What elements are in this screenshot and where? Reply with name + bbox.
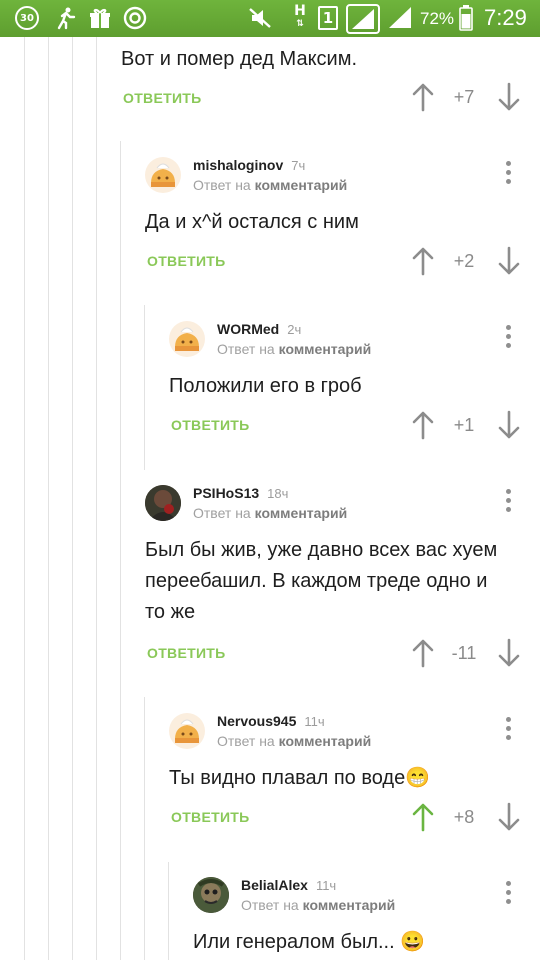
thread-line[interactable]	[96, 37, 97, 960]
network-type-icon: H ⇅	[294, 3, 306, 29]
gift-icon	[87, 6, 113, 30]
status-bar: 30 H ⇅ 1 72% 7:29	[0, 0, 540, 37]
comment-time: 2ч	[287, 322, 302, 337]
vote-controls: +2	[411, 246, 531, 276]
reply-to-link[interactable]: комментарий	[279, 341, 372, 357]
comment-text: Был бы жив, уже давно всех вас хуем пере…	[145, 535, 497, 628]
comment-score: +8	[453, 807, 475, 827]
comment-score: +2	[453, 251, 475, 271]
comment-text: Или генералом был... 😀	[193, 931, 426, 953]
comment-text: Да и х^й остался с ним	[145, 211, 359, 233]
thread-line[interactable]	[24, 37, 25, 960]
notification-badge-icon: 30	[15, 6, 39, 30]
downvote-arrow-icon[interactable]	[497, 802, 521, 832]
author-name[interactable]: PSIHoS13 18ч	[193, 485, 288, 501]
reply-to-link[interactable]: комментарий	[279, 733, 372, 749]
author-name[interactable]: Nervous945 11ч	[217, 713, 325, 729]
comment-text: Ты видно плавал по воде😁	[169, 767, 431, 789]
reply-to-label: Ответ на комментарий	[217, 733, 372, 749]
reply-button[interactable]: ОТВЕТИТЬ	[147, 253, 226, 269]
avatar[interactable]	[145, 485, 181, 521]
thread-line[interactable]	[144, 305, 145, 470]
vote-controls: +8	[411, 802, 531, 832]
comment-text: Вот и помер дед Максим.	[121, 48, 358, 70]
thread-line[interactable]	[72, 37, 73, 960]
author-name[interactable]: mishaloginov 7ч	[193, 157, 305, 173]
comment-score: +1	[453, 415, 475, 435]
vote-controls: +1	[411, 410, 531, 440]
photo-avatar-icon	[145, 485, 181, 521]
reply-to-link[interactable]: комментарий	[255, 177, 348, 193]
thread-line[interactable]	[48, 37, 49, 960]
comment-text-line: переебашил. В каждом треде одно и	[145, 570, 488, 592]
more-options-icon[interactable]	[503, 325, 513, 348]
reply-to-link[interactable]: комментарий	[255, 505, 348, 521]
reply-button[interactable]: ОТВЕТИТЬ	[147, 645, 226, 661]
photo-avatar-icon	[193, 877, 229, 913]
more-options-icon[interactable]	[503, 717, 513, 740]
reply-button[interactable]: ОТВЕТИТЬ	[171, 809, 250, 825]
pie-avatar-icon	[175, 327, 199, 351]
author-name[interactable]: BelialAlex 11ч	[241, 877, 336, 893]
author-name[interactable]: WORMed 2ч	[217, 321, 301, 337]
more-options-icon[interactable]	[503, 881, 513, 904]
more-options-icon[interactable]	[503, 161, 513, 184]
reply-to-label: Ответ на комментарий	[193, 177, 348, 193]
upvote-arrow-icon[interactable]	[411, 410, 435, 440]
running-icon	[52, 6, 78, 30]
signal-sim1-icon	[346, 4, 380, 34]
sim-icon: 1	[318, 6, 338, 30]
sync-circle-icon	[122, 6, 148, 30]
clock: 7:29	[484, 5, 527, 30]
upvote-arrow-active-icon[interactable]	[411, 802, 435, 832]
avatar[interactable]	[145, 157, 181, 193]
avatar[interactable]	[169, 321, 205, 357]
reply-button[interactable]: ОТВЕТИТЬ	[171, 417, 250, 433]
upvote-arrow-icon[interactable]	[411, 638, 435, 668]
mute-icon	[246, 6, 274, 30]
battery-percent: 72%	[420, 9, 455, 28]
more-options-icon[interactable]	[503, 489, 513, 512]
comment-score: +7	[453, 87, 475, 107]
vote-controls: -11	[411, 638, 531, 668]
battery-icon	[458, 5, 474, 31]
downvote-arrow-icon[interactable]	[497, 246, 521, 276]
upvote-arrow-icon[interactable]	[411, 246, 435, 276]
comment-text: Положили его в гроб	[169, 375, 362, 397]
pie-avatar-icon	[175, 719, 199, 743]
reply-to-link[interactable]: комментарий	[303, 897, 396, 913]
comment-score: -11	[451, 643, 477, 663]
downvote-arrow-icon[interactable]	[497, 410, 521, 440]
thread-line[interactable]	[120, 141, 121, 960]
signal-sim2-icon	[387, 6, 413, 30]
thread-line[interactable]	[144, 697, 145, 960]
reply-to-label: Ответ на комментарий	[217, 341, 372, 357]
reply-to-label: Ответ на комментарий	[241, 897, 396, 913]
upvote-arrow-icon[interactable]	[411, 82, 435, 112]
comment-time: 11ч	[304, 714, 325, 729]
downvote-arrow-icon[interactable]	[497, 82, 521, 112]
comment-text-line: Был бы жив, уже давно всех вас хуем	[145, 539, 498, 561]
reply-to-label: Ответ на комментарий	[193, 505, 348, 521]
comment-text-line: то же	[145, 601, 196, 623]
reply-button[interactable]: ОТВЕТИТЬ	[123, 90, 202, 106]
thread-line[interactable]	[168, 862, 169, 960]
downvote-arrow-icon[interactable]	[497, 638, 521, 668]
pie-avatar-icon	[151, 163, 175, 187]
vote-controls: +7	[411, 82, 531, 112]
comment-time: 7ч	[291, 158, 306, 173]
avatar[interactable]	[193, 877, 229, 913]
avatar[interactable]	[169, 713, 205, 749]
comment-time: 11ч	[315, 878, 337, 893]
comment-time: 18ч	[267, 486, 289, 501]
